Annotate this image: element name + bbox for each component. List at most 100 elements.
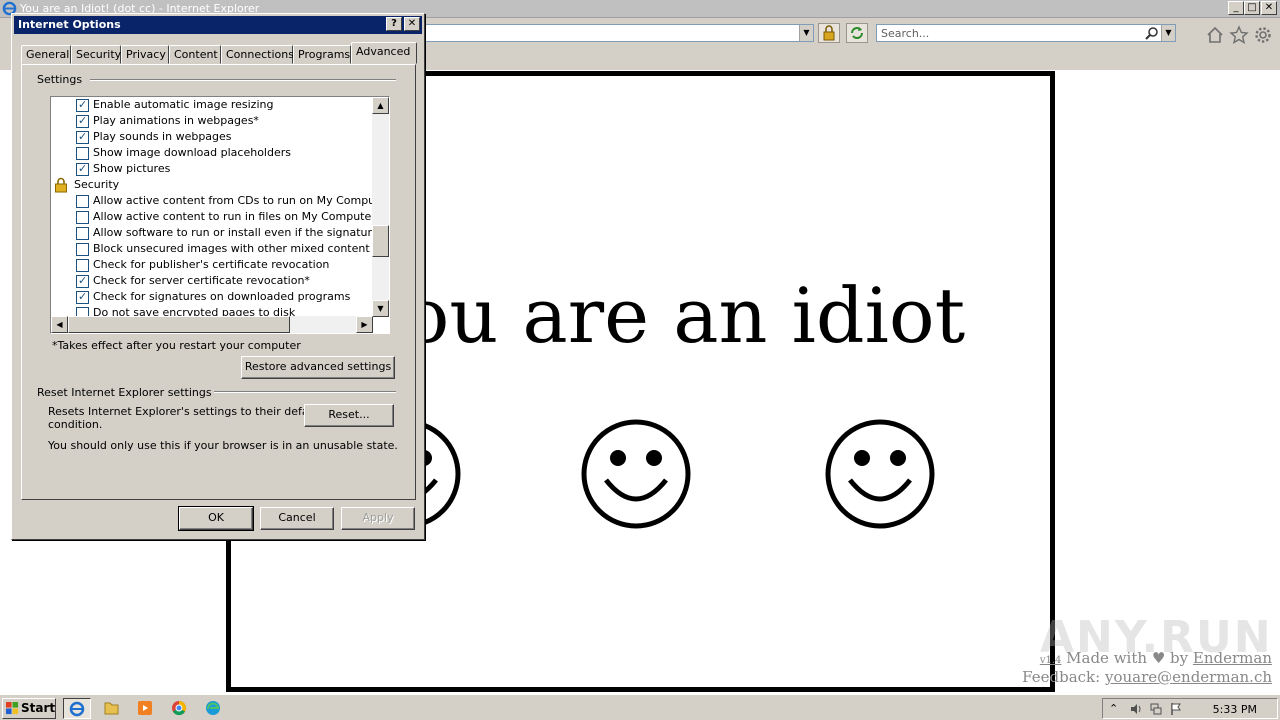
reset-group-label: Reset Internet Explorer settings <box>35 386 214 399</box>
reset-group-divider <box>198 391 396 393</box>
list-item-label: Allow active content to run in files on … <box>93 210 382 223</box>
apply-button[interactable]: Apply <box>341 507 415 530</box>
page-footer: v1.4 Made with ♥ by Enderman Feedback: y… <box>1022 650 1272 686</box>
smiley-face-icon <box>825 419 935 529</box>
horizontal-scroll-thumb[interactable] <box>68 316 290 333</box>
tab-security[interactable]: Security <box>71 45 121 64</box>
scroll-right-icon[interactable]: ▶ <box>356 316 373 333</box>
list-category[interactable]: Security <box>51 177 373 193</box>
checkbox[interactable] <box>76 195 89 208</box>
list-item[interactable]: Block unsecured images with other mixed … <box>51 241 373 257</box>
reset-button[interactable]: Reset... <box>304 404 394 427</box>
tab-connections[interactable]: Connections <box>221 45 294 64</box>
author-link[interactable]: Enderman <box>1193 649 1272 667</box>
address-bar[interactable]: ▼ <box>418 24 814 42</box>
checkbox[interactable]: ✓ <box>76 290 89 304</box>
scroll-down-icon[interactable]: ▼ <box>372 300 389 317</box>
folder-icon <box>104 702 119 715</box>
gear-icon[interactable] <box>1253 25 1273 45</box>
checkbox[interactable] <box>76 227 89 240</box>
tab-advanced[interactable]: Advanced <box>351 42 417 64</box>
lock-icon <box>823 25 835 41</box>
help-button[interactable]: ? <box>386 17 402 31</box>
tab-programs[interactable]: Programs <box>293 45 351 64</box>
checkbox[interactable] <box>76 243 89 256</box>
list-item[interactable]: Allow active content from CDs to run on … <box>51 193 389 209</box>
checkbox[interactable] <box>76 147 89 160</box>
checkbox[interactable]: ✓ <box>76 98 89 112</box>
search-dropdown-icon[interactable]: ▼ <box>1161 25 1175 41</box>
address-dropdown-icon[interactable]: ▼ <box>799 25 813 41</box>
scroll-up-icon[interactable]: ▲ <box>372 97 389 114</box>
security-lock-button[interactable] <box>818 23 840 43</box>
settings-group-divider <box>90 79 396 81</box>
volume-icon[interactable] <box>1129 702 1143 716</box>
clock[interactable]: 5:33 PM <box>1213 703 1257 716</box>
checkmark-icon: ✓ <box>78 290 88 303</box>
list-item[interactable]: ✓ Check for server certificate revocatio… <box>51 273 373 289</box>
taskbar-chrome[interactable] <box>166 698 194 719</box>
close-button[interactable]: ✕ <box>1261 1 1277 15</box>
search-icon[interactable] <box>1145 26 1159 40</box>
dialog-title-bar[interactable]: Internet Options ? ✕ <box>14 16 422 34</box>
checkmark-icon: ✓ <box>78 130 88 143</box>
dialog-close-button[interactable]: ✕ <box>404 17 420 31</box>
taskbar-media-player[interactable] <box>132 698 160 719</box>
tab-general[interactable]: General <box>21 45 71 64</box>
taskbar-explorer[interactable] <box>98 698 126 719</box>
list-item-label: Play animations in webpages* <box>93 114 259 127</box>
category-label: Security <box>74 178 120 191</box>
list-item[interactable]: Check for publisher's certificate revoca… <box>51 257 373 273</box>
minimize-button[interactable]: _ <box>1228 1 1244 15</box>
list-item-label: Check for signatures on downloaded progr… <box>93 290 351 303</box>
list-item[interactable]: ✓ Enable automatic image resizing <box>51 97 373 113</box>
action-center-flag-icon[interactable] <box>1169 702 1183 716</box>
list-item-label: Check for server certificate revocation* <box>93 274 310 287</box>
horizontal-scrollbar[interactable]: ◀ ▶ <box>51 316 373 333</box>
list-item[interactable]: Allow active content to run in files on … <box>51 209 381 225</box>
checkbox[interactable]: ✓ <box>76 114 89 128</box>
restore-advanced-settings-button[interactable]: Restore advanced settings <box>241 356 395 379</box>
taskbar-internet-explorer[interactable] <box>63 698 91 719</box>
reset-description-line2: condition. <box>48 418 103 431</box>
scroll-left-icon[interactable]: ◀ <box>51 316 68 333</box>
version-link[interactable]: v1.4 <box>1040 655 1062 666</box>
tab-privacy[interactable]: Privacy <box>121 45 169 64</box>
settings-list[interactable]: ✓ Enable automatic image resizing ✓ Play… <box>50 96 390 334</box>
checkbox[interactable] <box>76 211 89 224</box>
list-item[interactable]: Allow software to run or install even if… <box>51 225 373 241</box>
checkbox[interactable]: ✓ <box>76 130 89 144</box>
vertical-scroll-thumb[interactable] <box>372 225 389 257</box>
page-headline: You are an idiot <box>360 271 966 360</box>
tray-expand-icon[interactable]: ⌃ <box>1109 702 1123 716</box>
list-item[interactable]: ✓ Show pictures <box>51 161 373 177</box>
ok-button[interactable]: OK <box>178 506 254 531</box>
list-item[interactable]: Show image download placeholders <box>51 145 373 161</box>
internet-options-dialog: Internet Options ? ✕ General Security Pr… <box>11 13 425 540</box>
list-item[interactable]: ✓ Check for signatures on downloaded pro… <box>51 289 373 305</box>
smiley-face-icon <box>581 419 691 529</box>
by-label: by <box>1170 649 1189 667</box>
maximize-button[interactable]: □ <box>1244 1 1260 15</box>
restart-note: *Takes effect after you restart your com… <box>52 339 301 352</box>
refresh-button[interactable] <box>846 23 868 43</box>
taskbar-edge[interactable] <box>200 698 228 719</box>
list-item[interactable]: ✓ Play animations in webpages* <box>51 113 373 129</box>
vertical-scrollbar[interactable]: ▲ ▼ <box>372 97 389 317</box>
tab-content[interactable]: Content <box>169 45 221 64</box>
cancel-button[interactable]: Cancel <box>260 507 334 530</box>
checkbox[interactable] <box>76 259 89 272</box>
reset-warning: You should only use this if your browser… <box>48 439 398 452</box>
network-icon[interactable] <box>1149 702 1163 716</box>
checkbox[interactable]: ✓ <box>76 274 89 288</box>
list-item[interactable]: ✓ Play sounds in webpages <box>51 129 373 145</box>
start-button[interactable]: Start <box>2 698 56 719</box>
checkbox[interactable]: ✓ <box>76 162 89 176</box>
search-input[interactable]: Search... ▼ <box>876 24 1176 42</box>
favorites-star-icon[interactable] <box>1229 25 1249 45</box>
home-icon[interactable] <box>1205 25 1225 45</box>
list-item-label: Allow active content from CDs to run on … <box>93 194 390 207</box>
lock-icon <box>55 177 67 193</box>
list-item-label: Show image download placeholders <box>93 146 291 159</box>
feedback-email-link[interactable]: youare@enderman.ch <box>1105 668 1272 686</box>
